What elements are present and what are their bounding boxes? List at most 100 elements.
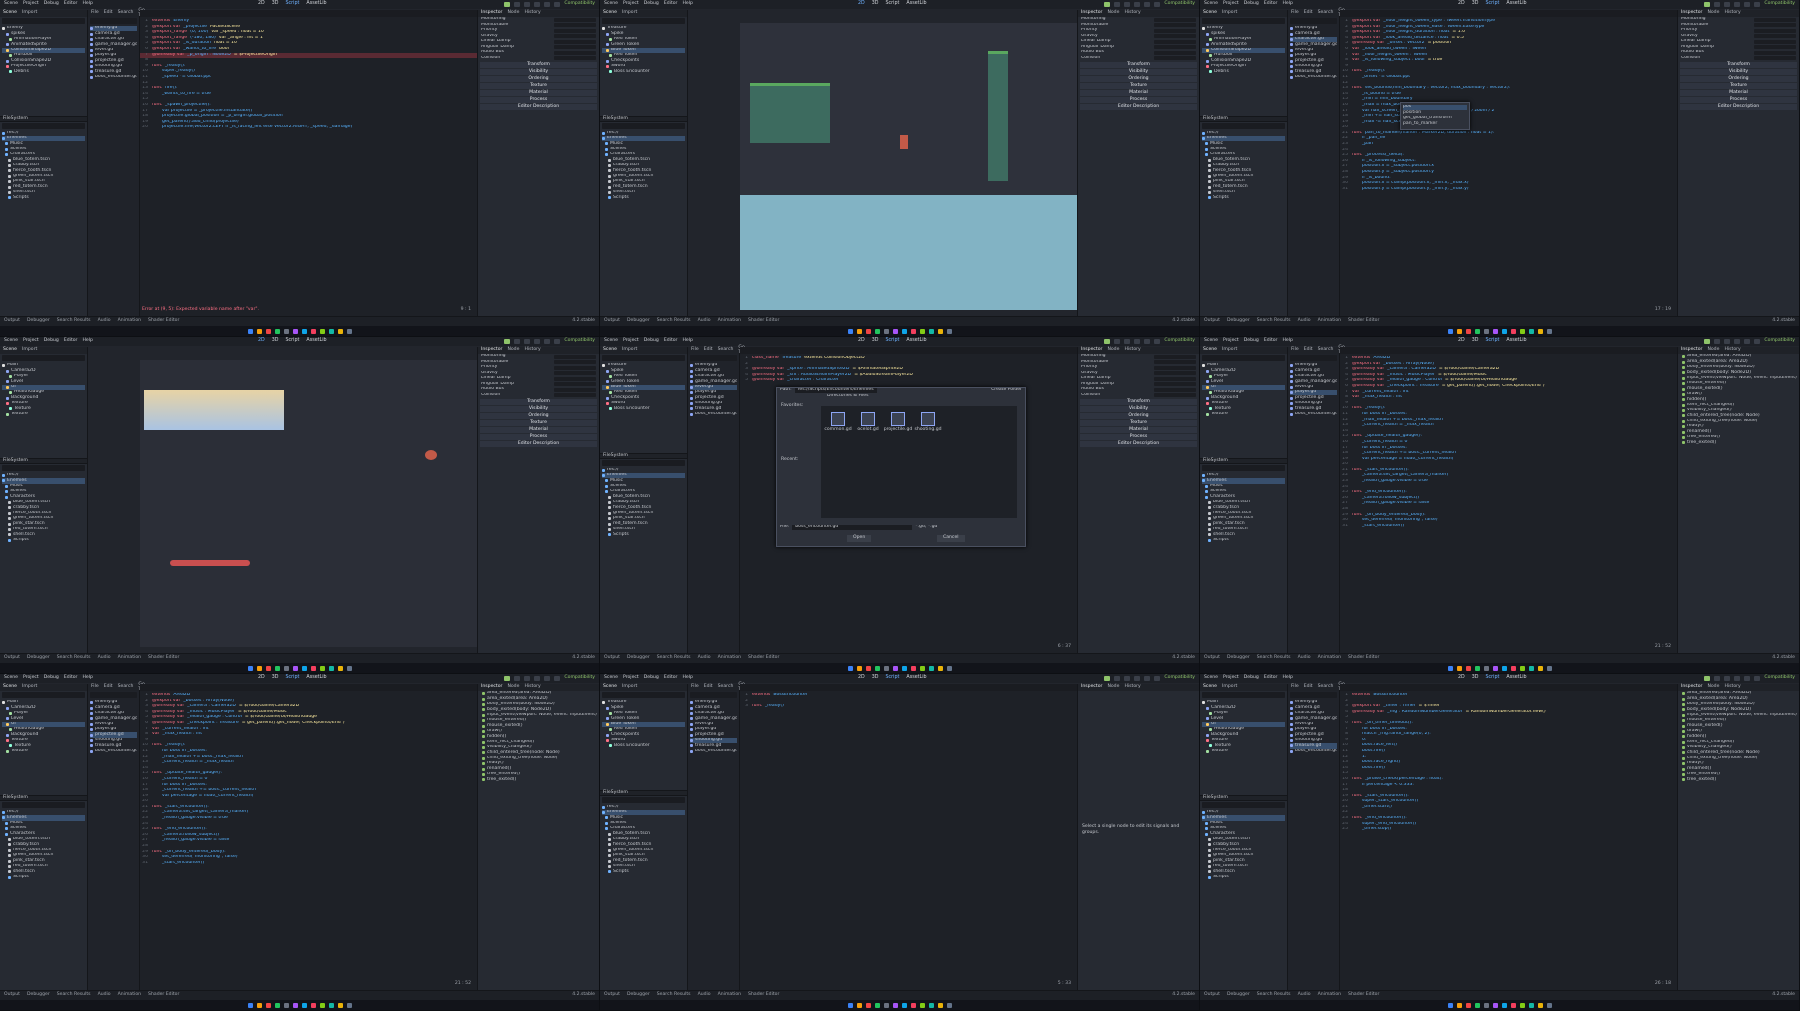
script-filter-input[interactable] xyxy=(90,692,137,698)
bottom-tab[interactable]: Output xyxy=(604,656,620,661)
script-menu-2[interactable]: Search xyxy=(118,685,134,690)
pause-icon[interactable] xyxy=(1714,676,1721,681)
taskbar-app-icon[interactable] xyxy=(901,1002,907,1008)
play-scene-icon[interactable] xyxy=(1134,339,1141,344)
tab-history[interactable]: History xyxy=(1724,685,1740,690)
play-scene-icon[interactable] xyxy=(1734,2,1741,7)
dialog-open-button[interactable]: Open xyxy=(847,535,872,542)
taskbar-app-icon[interactable] xyxy=(256,1002,262,1008)
workspace-tab-3d[interactable]: 3D xyxy=(1472,1,1479,7)
taskbar-app-icon[interactable] xyxy=(247,665,253,671)
taskbar-app-icon[interactable] xyxy=(265,665,271,671)
menu-project[interactable]: Project xyxy=(23,676,39,681)
taskbar-app-icon[interactable] xyxy=(283,665,289,671)
workspace-tab-2d[interactable]: 2D xyxy=(258,1,265,7)
taskbar-app-icon[interactable] xyxy=(892,665,898,671)
bottom-tab[interactable]: Animation xyxy=(1318,319,1341,324)
signal-item[interactable]: tree_exited() xyxy=(1678,777,1799,782)
taskbar-app-icon[interactable] xyxy=(910,328,916,334)
play-icon[interactable] xyxy=(1704,676,1711,681)
taskbar-app-icon[interactable] xyxy=(865,328,871,334)
inspector-section[interactable]: Transform xyxy=(1080,399,1197,405)
play-scene-icon[interactable] xyxy=(1734,339,1741,344)
script-filter-input[interactable] xyxy=(690,355,737,361)
menu-help[interactable]: Help xyxy=(682,676,692,681)
menu-help[interactable]: Help xyxy=(682,2,692,7)
scene-tree-item[interactable]: Texture xyxy=(2,412,85,417)
property-value[interactable] xyxy=(554,354,596,359)
taskbar-app-icon[interactable] xyxy=(283,1002,289,1008)
dialog-filter-select[interactable]: *.gd; *.gd xyxy=(915,525,937,530)
scene-tree-item[interactable]: Debris xyxy=(2,69,85,74)
tab-history[interactable]: History xyxy=(1124,685,1140,690)
workspace-tab-assetlib[interactable]: AssetLib xyxy=(306,675,326,681)
inspector-section[interactable]: Material xyxy=(1080,90,1197,96)
play-icon[interactable] xyxy=(1104,2,1111,7)
property-value[interactable] xyxy=(1154,376,1196,381)
menu-help[interactable]: Help xyxy=(682,339,692,344)
pause-icon[interactable] xyxy=(514,676,521,681)
taskbar-app-icon[interactable] xyxy=(310,1002,316,1008)
taskbar-app-icon[interactable] xyxy=(274,328,280,334)
inspector-section[interactable]: Ordering xyxy=(480,413,597,419)
bottom-tab[interactable]: Search Results xyxy=(57,993,91,998)
inspector-property[interactable]: Collision xyxy=(478,56,599,62)
bottom-tab[interactable]: Output xyxy=(1204,656,1220,661)
workspace-tab-assetlib[interactable]: AssetLib xyxy=(1506,675,1526,681)
taskbar-app-icon[interactable] xyxy=(337,1002,343,1008)
taskbar-app-icon[interactable] xyxy=(301,328,307,334)
code-text[interactable]: 1 class_name Treasure extends CollisionObje… xyxy=(740,354,1077,384)
taskbar-app-icon[interactable] xyxy=(1474,328,1480,334)
movie-icon[interactable] xyxy=(554,339,561,344)
play-scene-icon[interactable] xyxy=(534,676,541,681)
tab-import[interactable]: Import xyxy=(22,685,37,690)
menu-scene[interactable]: Scene xyxy=(604,339,618,344)
tab-scene[interactable]: Scene xyxy=(1203,685,1217,690)
play-custom-icon[interactable] xyxy=(1744,2,1751,7)
script-filter-input[interactable] xyxy=(1290,692,1337,698)
pause-icon[interactable] xyxy=(1114,2,1121,7)
inspector-section[interactable]: Texture xyxy=(1680,83,1797,89)
inspector-section[interactable]: Transform xyxy=(480,399,597,405)
taskbar-app-icon[interactable] xyxy=(874,665,880,671)
menu-project[interactable]: Project xyxy=(1223,2,1239,7)
tab-inspector[interactable]: Inspector xyxy=(1081,11,1102,16)
tab-import[interactable]: Import xyxy=(1222,685,1237,690)
taskbar-app-icon[interactable] xyxy=(1528,665,1534,671)
tab-history[interactable]: History xyxy=(524,11,540,16)
taskbar-app-icon[interactable] xyxy=(346,1002,352,1008)
inspector-section[interactable]: Editor Description xyxy=(1080,104,1197,110)
inspector-property[interactable]: Collision xyxy=(1678,56,1799,62)
game-viewport[interactable] xyxy=(740,23,1077,310)
tab-history[interactable]: History xyxy=(1724,348,1740,353)
inspector-section[interactable]: Ordering xyxy=(480,76,597,82)
movie-icon[interactable] xyxy=(554,2,561,7)
bottom-tab[interactable]: Audio xyxy=(698,319,711,324)
property-value[interactable] xyxy=(554,387,596,392)
pause-icon[interactable] xyxy=(514,2,521,7)
property-value[interactable] xyxy=(1154,39,1196,44)
renderer-label[interactable]: Compatibility xyxy=(564,339,595,344)
taskbar-app-icon[interactable] xyxy=(256,328,262,334)
tab-history[interactable]: History xyxy=(524,348,540,353)
dialog-file-item[interactable]: ocelot.gd xyxy=(857,412,879,512)
workspace-tab-3d[interactable]: 3D xyxy=(1472,338,1479,344)
taskbar-app-icon[interactable] xyxy=(847,328,853,334)
menu-debug[interactable]: Debug xyxy=(44,2,59,7)
workspace-tab-3d[interactable]: 3D xyxy=(872,338,879,344)
taskbar-app-icon[interactable] xyxy=(910,1002,916,1008)
stop-icon[interactable] xyxy=(1724,339,1731,344)
autocomplete-popup[interactable]: pos position get_global_transform pan_to_ma… xyxy=(1400,102,1470,130)
bottom-tab[interactable]: Search Results xyxy=(57,319,91,324)
menu-debug[interactable]: Debug xyxy=(1244,676,1259,681)
taskbar-app-icon[interactable] xyxy=(1474,665,1480,671)
property-value[interactable] xyxy=(554,365,596,370)
renderer-label[interactable]: Compatibility xyxy=(564,676,595,681)
taskbar-app-icon[interactable] xyxy=(1492,1002,1498,1008)
scene-tree-item[interactable]: Texture xyxy=(1202,749,1285,754)
menu-editor[interactable]: Editor xyxy=(1264,2,1278,7)
scene-tree-item[interactable]: Texture xyxy=(1202,412,1285,417)
stop-icon[interactable] xyxy=(1124,339,1131,344)
taskbar-app-icon[interactable] xyxy=(247,328,253,334)
bottom-tab[interactable]: Output xyxy=(604,993,620,998)
